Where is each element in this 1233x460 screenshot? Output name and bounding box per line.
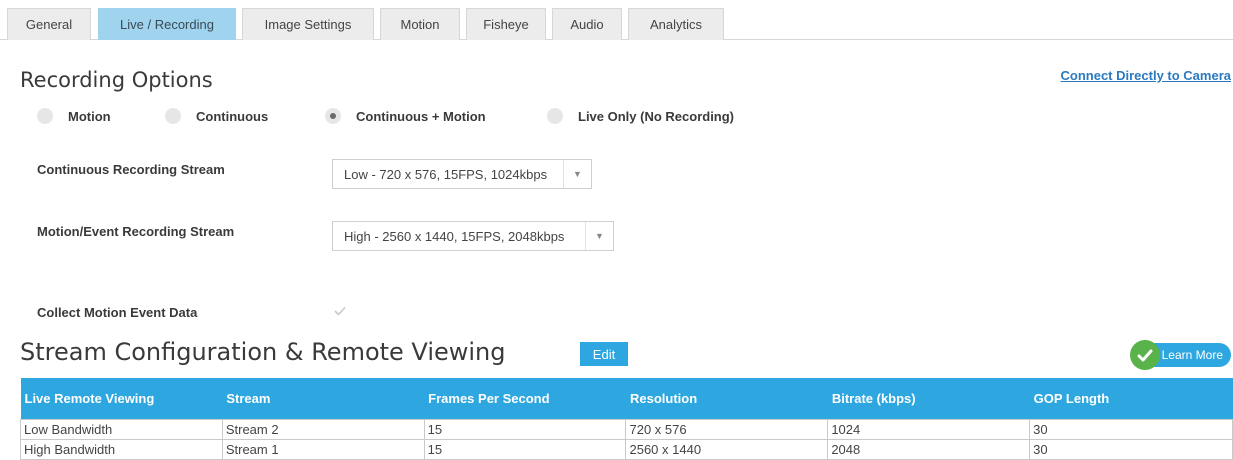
radio-circle-icon (37, 108, 53, 124)
radio-label: Motion (68, 108, 111, 124)
tab-bar: General Live / Recording Image Settings … (0, 0, 1233, 40)
check-circle-icon (1129, 340, 1160, 370)
column-header: GOP Length (1029, 378, 1233, 419)
table-cell: 30 (1029, 438, 1233, 460)
continuous-stream-value: Low - 720 x 576, 15FPS, 1024kbps (344, 166, 548, 182)
radio-circle-icon (165, 108, 181, 124)
table-cell: 2048 (827, 438, 1031, 460)
table-cell: 30 (1029, 418, 1233, 440)
radio-label: Continuous + Motion (356, 108, 486, 124)
column-header: Resolution (625, 378, 828, 419)
tab-audio[interactable]: Audio (552, 8, 622, 40)
radio-label: Continuous (196, 108, 269, 124)
column-header: Live Remote Viewing (20, 378, 223, 419)
radio-live-only[interactable]: Live Only (No Recording) (547, 107, 734, 125)
radio-circle-icon (547, 108, 563, 124)
tab-live-recording[interactable]: Live / Recording (98, 8, 236, 40)
table-cell: 2560 x 1440 (625, 438, 829, 460)
stream-config-table: Live Remote Viewing Stream Frames Per Se… (20, 378, 1233, 460)
checkmark-icon (334, 306, 346, 316)
table-row: High Bandwidth Stream 1 15 2560 x 1440 2… (20, 438, 1233, 460)
chevron-down-icon: ▼ (563, 160, 591, 188)
radio-continuous-motion[interactable]: Continuous + Motion (325, 107, 486, 125)
column-header: Stream (222, 378, 425, 419)
table-row: Low Bandwidth Stream 2 15 720 x 576 1024… (20, 418, 1233, 440)
column-header: Bitrate (kbps) (827, 378, 1030, 419)
radio-label: Live Only (No Recording) (578, 108, 735, 124)
table-cell: Stream 1 (221, 438, 425, 460)
collect-motion-checkbox[interactable] (332, 303, 348, 319)
continuous-stream-select[interactable]: Low - 720 x 576, 15FPS, 1024kbps ▼ (332, 159, 592, 189)
table-header-row: Live Remote Viewing Stream Frames Per Se… (20, 378, 1233, 419)
stream-config-title: Stream Configuration & Remote Viewing (20, 338, 506, 366)
learn-more-label: Learn More (1147, 343, 1231, 367)
tab-motion[interactable]: Motion (380, 8, 460, 40)
edit-button[interactable]: Edit (580, 342, 628, 366)
table-cell: 1024 (827, 418, 1031, 440)
table-cell: 15 (423, 418, 627, 440)
collect-motion-label: Collect Motion Event Data (37, 305, 198, 320)
connect-directly-link[interactable]: Connect Directly to Camera (1061, 68, 1232, 83)
table-cell: 15 (423, 438, 627, 460)
radio-motion[interactable]: Motion (37, 107, 111, 125)
table-cell: High Bandwidth (20, 438, 223, 460)
chevron-down-icon: ▼ (585, 222, 613, 250)
radio-continuous[interactable]: Continuous (165, 107, 268, 125)
tab-analytics[interactable]: Analytics (628, 8, 724, 40)
table-cell: Low Bandwidth (20, 418, 223, 440)
table-cell: 720 x 576 (625, 418, 829, 440)
recording-options-title: Recording Options (20, 68, 213, 92)
tab-image-settings[interactable]: Image Settings (242, 8, 374, 40)
continuous-stream-label: Continuous Recording Stream (37, 162, 225, 177)
radio-selected-icon (325, 108, 341, 124)
motion-stream-select[interactable]: High - 2560 x 1440, 15FPS, 2048kbps ▼ (332, 221, 614, 251)
table-cell: Stream 2 (221, 418, 425, 440)
tab-general[interactable]: General (7, 8, 91, 40)
motion-stream-label: Motion/Event Recording Stream (37, 224, 235, 239)
motion-stream-value: High - 2560 x 1440, 15FPS, 2048kbps (344, 228, 565, 244)
tab-fisheye[interactable]: Fisheye (466, 8, 546, 40)
learn-more-button[interactable]: Learn More (1129, 340, 1231, 370)
column-header: Frames Per Second (424, 378, 626, 419)
